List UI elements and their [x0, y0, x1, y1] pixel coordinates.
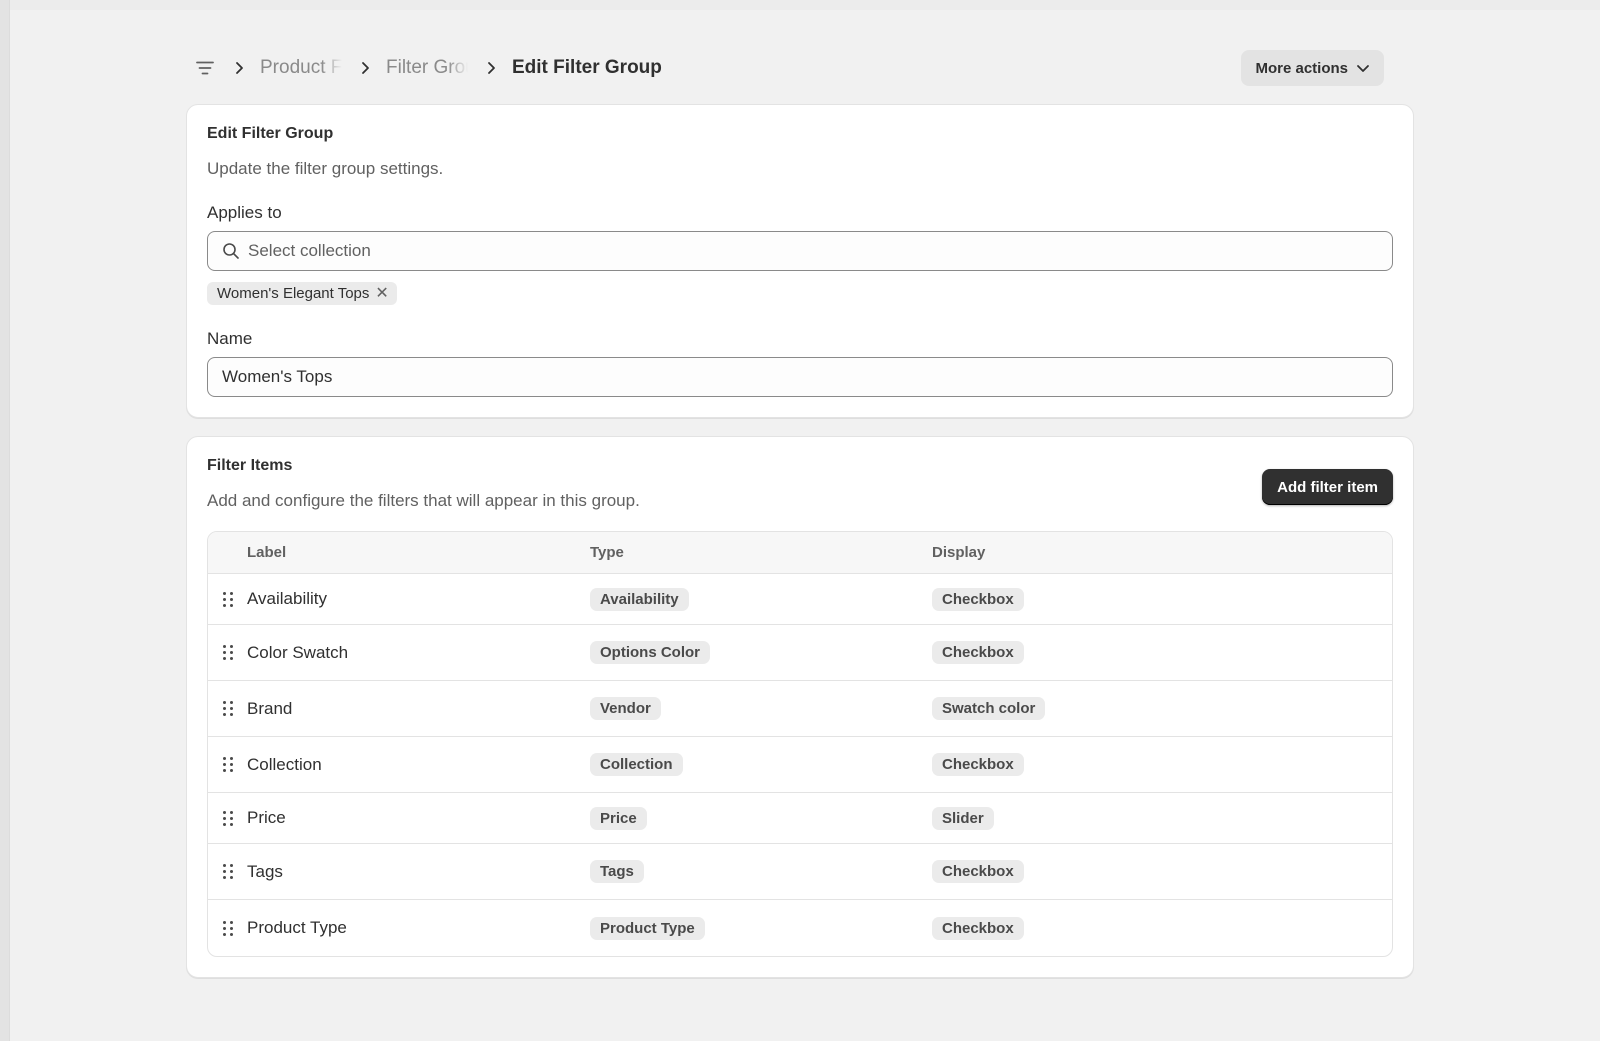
drag-handle-icon[interactable]: [222, 920, 233, 936]
name-label: Name: [207, 329, 253, 348]
display-badge: Checkbox: [932, 641, 1024, 664]
filter-icon[interactable]: [194, 57, 216, 79]
card-description: Update the filter group settings.: [207, 159, 444, 178]
display-badge: Checkbox: [932, 916, 1024, 940]
filter-items-table: Label Type Display Availability Availabi…: [207, 531, 1393, 957]
table-row[interactable]: Brand Vendor Swatch color: [208, 681, 1392, 737]
column-header-label: Label: [247, 544, 287, 561]
app-sidebar-edge: [0, 0, 10, 1041]
display-badge: Checkbox: [932, 753, 1024, 776]
add-filter-item-button[interactable]: Add filter item: [1262, 469, 1393, 505]
display-badge: Checkbox: [932, 860, 1024, 883]
chevron-right-icon: [360, 61, 370, 75]
type-badge: Price: [590, 806, 647, 830]
drag-handle-icon[interactable]: [222, 810, 233, 826]
page: Product Filters Filter Groups Edit Filte…: [186, 40, 1414, 978]
display-badge: Checkbox: [932, 587, 1024, 611]
row-label: Brand: [247, 698, 293, 718]
breadcrumb: Product Filters Filter Groups Edit Filte…: [194, 57, 662, 79]
chevron-right-icon: [234, 61, 244, 75]
more-actions-label: More actions: [1255, 59, 1348, 77]
row-label: Price: [247, 808, 286, 827]
edit-filter-group-card: Edit Filter Group Update the filter grou…: [186, 104, 1414, 418]
filter-items-header: Filter Items Add and configure the filte…: [207, 457, 1393, 511]
drag-handle-icon[interactable]: [222, 757, 233, 772]
search-icon: [223, 243, 239, 259]
row-label: Color Swatch: [247, 642, 349, 662]
filter-items-title: Filter Items: [207, 457, 293, 474]
table-header: Label Type Display: [208, 532, 1392, 574]
chevron-down-icon: [1357, 65, 1369, 72]
display-badge: Swatch color: [932, 697, 1046, 720]
type-badge: Availability: [590, 587, 689, 611]
drag-handle-icon[interactable]: [222, 701, 233, 716]
type-badge: Product Type: [590, 916, 705, 940]
column-header-display: Display: [932, 544, 986, 561]
page-title: Edit Filter Group: [512, 57, 662, 78]
top-bar-edge: [10, 0, 1600, 10]
column-header-type: Type: [590, 544, 624, 561]
drag-handle-icon[interactable]: [222, 645, 233, 660]
name-value: Women's Tops: [222, 367, 333, 386]
filter-items-card: Filter Items Add and configure the filte…: [186, 436, 1414, 978]
table-row[interactable]: Collection Collection Checkbox: [208, 737, 1392, 793]
chevron-right-icon: [486, 61, 496, 75]
table-row[interactable]: Availability Availability Checkbox: [208, 574, 1392, 625]
name-field[interactable]: Women's Tops: [207, 357, 1393, 397]
row-label: Tags: [247, 861, 283, 881]
applies-to-label: Applies to: [207, 203, 282, 222]
row-label: Product Type: [247, 918, 347, 937]
table-row[interactable]: Tags Tags Checkbox: [208, 844, 1392, 900]
selected-collection-label: Women's Elegant Tops: [217, 285, 370, 302]
row-label: Collection: [247, 754, 322, 774]
drag-handle-icon[interactable]: [222, 864, 233, 879]
selected-collection-tag: Women's Elegant Tops ✕: [207, 282, 397, 305]
table-row[interactable]: Color Swatch Options Color Checkbox: [208, 625, 1392, 681]
table-row[interactable]: Product Type Product Type Checkbox: [208, 900, 1392, 956]
more-actions-button[interactable]: More actions: [1241, 50, 1384, 86]
type-badge: Vendor: [590, 697, 661, 720]
type-badge: Tags: [590, 860, 644, 883]
display-badge: Slider: [932, 806, 994, 830]
table-row[interactable]: Price Price Slider: [208, 793, 1392, 844]
breadcrumb-item-filter-groups[interactable]: Filter Groups: [386, 57, 468, 79]
type-badge: Options Color: [590, 641, 710, 664]
collection-search-input[interactable]: Select collection: [207, 231, 1393, 271]
page-header: Product Filters Filter Groups Edit Filte…: [186, 40, 1414, 96]
card-title: Edit Filter Group: [207, 125, 334, 142]
collection-search-placeholder: Select collection: [248, 241, 371, 260]
drag-handle-icon[interactable]: [222, 591, 233, 607]
filter-items-description: Add and configure the filters that will …: [207, 491, 640, 510]
breadcrumb-item-product-filters[interactable]: Product Filters: [260, 57, 342, 79]
type-badge: Collection: [590, 753, 683, 776]
remove-tag-icon[interactable]: ✕: [375, 285, 388, 302]
row-label: Availability: [247, 589, 328, 608]
